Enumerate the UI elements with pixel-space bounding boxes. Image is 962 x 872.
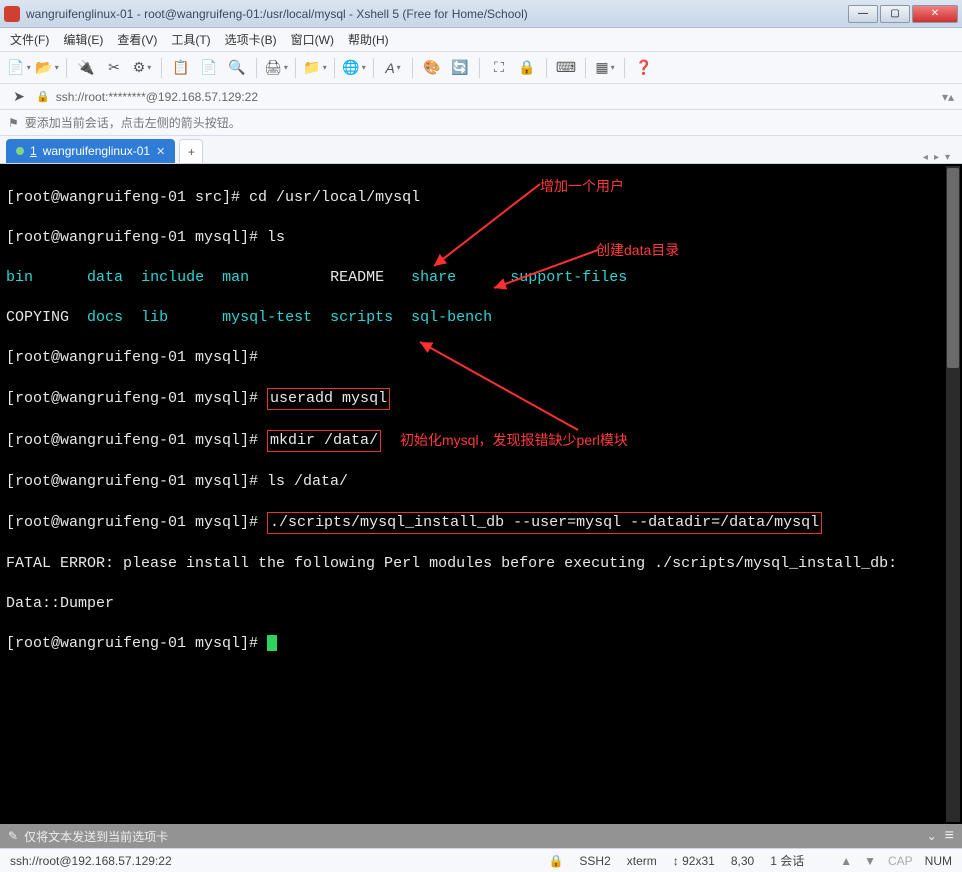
pencil-icon: ✎: [8, 829, 18, 843]
status-proto: SSH2: [579, 854, 610, 868]
transfer-button[interactable]: 📁: [304, 57, 326, 79]
status-num: NUM: [925, 854, 952, 868]
terminal[interactable]: [root@wangruifeng-01 src]# cd /usr/local…: [0, 164, 962, 824]
close-button[interactable]: ✕: [912, 5, 958, 23]
session-hint: ⚑ 要添加当前会话，点击左侧的箭头按钮。: [0, 110, 962, 136]
tabbar: 1 wangruifenglinux-01 ✕ + ◂ ▸ ▾: [0, 136, 962, 164]
size-icon: ↕: [673, 854, 679, 868]
status-term: xterm: [627, 854, 657, 868]
line-mkdir: [root@wangruifeng-01 mysql]# mkdir /data…: [6, 430, 956, 452]
status-cap: CAP: [888, 854, 913, 868]
print-button[interactable]: 🖨: [265, 57, 287, 79]
tab-nav: ◂ ▸ ▾: [923, 152, 956, 163]
line-install: [root@wangruifeng-01 mysql]# ./scripts/m…: [6, 512, 956, 534]
keyboard-button[interactable]: ⌨: [555, 57, 577, 79]
tab-label: wangruifenglinux-01: [43, 144, 150, 158]
minimize-button[interactable]: —: [848, 5, 878, 23]
line-cd: [root@wangruifeng-01 src]# cd /usr/local…: [6, 188, 956, 208]
lock-icon-status: 🔒: [548, 854, 563, 868]
line-ls: [root@wangruifeng-01 mysql]# ls: [6, 228, 956, 248]
find-button[interactable]: 🔍: [226, 57, 248, 79]
line-empty-prompt-1: [root@wangruifeng-01 mysql]#: [6, 348, 956, 368]
sync-down-icon[interactable]: ▼: [864, 854, 876, 868]
status-cursor: 8,30: [731, 854, 754, 868]
tab-list-icon[interactable]: ▾: [945, 152, 950, 163]
tab-close-icon[interactable]: ✕: [156, 145, 165, 158]
menu-help[interactable]: 帮助(H): [348, 31, 389, 48]
tab-next-icon[interactable]: ▸: [934, 152, 939, 163]
sync-up-icon[interactable]: ▲: [840, 854, 852, 868]
tab-prev-icon[interactable]: ◂: [923, 152, 928, 163]
lock-toolbar-button[interactable]: 🔒: [516, 57, 538, 79]
terminal-scrollbar[interactable]: [946, 166, 960, 822]
line-prompt-cursor: [root@wangruifeng-01 mysql]#: [6, 634, 956, 654]
layout-button[interactable]: ▦: [594, 57, 616, 79]
menu-tabs[interactable]: 选项卡(B): [225, 31, 277, 48]
line-ls-out2: COPYING docs lib mysql-test scripts sql-…: [6, 308, 956, 328]
tab-add-button[interactable]: +: [179, 139, 203, 163]
plus-icon: +: [188, 145, 195, 159]
menubar: 文件(F) 编辑(E) 查看(V) 工具(T) 选项卡(B) 窗口(W) 帮助(…: [0, 28, 962, 52]
window-title: wangruifenglinux-01 - root@wangruifeng-0…: [26, 7, 848, 21]
addressbar-arrow-icon[interactable]: ➤: [8, 86, 30, 108]
new-session-button[interactable]: 📄: [8, 57, 30, 79]
menu-view[interactable]: 查看(V): [117, 31, 157, 48]
status-conn: ssh://root@192.168.57.129:22: [10, 854, 172, 868]
window-controls: — ▢ ✕: [848, 5, 958, 23]
menu-tools[interactable]: 工具(T): [171, 31, 210, 48]
scrollbar-thumb[interactable]: [947, 168, 959, 368]
addressbar-toggle-icon[interactable]: ▾▴: [942, 90, 954, 104]
status-size: 92x31: [682, 854, 715, 868]
color-button[interactable]: 🎨: [421, 57, 443, 79]
status-sessions: 1 会话: [770, 852, 804, 869]
globe-button[interactable]: 🌐: [343, 57, 365, 79]
tab-index: 1: [30, 144, 37, 158]
menu-window[interactable]: 窗口(W): [291, 31, 334, 48]
reconnect-button[interactable]: 🔌: [75, 57, 97, 79]
app-icon: [4, 6, 20, 22]
font-button[interactable]: A: [382, 57, 404, 79]
sendbar: ✎ 仅将文本发送到当前选项卡 ⌄ ≡: [0, 824, 962, 848]
line-useradd: [root@wangruifeng-01 mysql]# useradd mys…: [6, 388, 956, 410]
addressbar: ➤ 🔒 ssh://root:********@192.168.57.129:2…: [0, 84, 962, 110]
line-error: FATAL ERROR: please install the followin…: [6, 554, 956, 574]
tab-session-1[interactable]: 1 wangruifenglinux-01 ✕: [6, 139, 175, 163]
sendbar-dropdown-icon[interactable]: ⌄: [927, 829, 937, 843]
open-button[interactable]: 📂: [36, 57, 58, 79]
refresh-button[interactable]: 🔄: [449, 57, 471, 79]
flag-icon: ⚑: [8, 116, 19, 130]
cursor: [267, 635, 277, 651]
lock-icon: 🔒: [36, 90, 50, 103]
sendbar-menu-icon[interactable]: ≡: [945, 827, 954, 845]
tab-status-icon: [16, 147, 24, 155]
help-button[interactable]: ❓: [633, 57, 655, 79]
properties-button[interactable]: ⚙: [131, 57, 153, 79]
copy-button[interactable]: 📋: [170, 57, 192, 79]
menu-edit[interactable]: 编辑(E): [63, 31, 103, 48]
maximize-button[interactable]: ▢: [880, 5, 910, 23]
line-lsdata: [root@wangruifeng-01 mysql]# ls /data/: [6, 472, 956, 492]
line-error-mod: Data::Dumper: [6, 594, 956, 614]
disconnect-button[interactable]: ✂: [103, 57, 125, 79]
paste-button[interactable]: 📄: [198, 57, 220, 79]
statusbar: ssh://root@192.168.57.129:22 🔒 SSH2 xter…: [0, 848, 962, 872]
fullscreen-button[interactable]: ⛶: [488, 57, 510, 79]
menu-file[interactable]: 文件(F): [10, 31, 49, 48]
line-ls-out1: bin data include man README share suppor…: [6, 268, 956, 288]
titlebar: wangruifenglinux-01 - root@wangruifeng-0…: [0, 0, 962, 28]
address-text[interactable]: ssh://root:********@192.168.57.129:22: [56, 90, 936, 104]
toolbar: 📄 📂 🔌 ✂ ⚙ 📋 📄 🔍 🖨 📁 🌐 A 🎨 🔄 ⛶ 🔒 ⌨ ▦ ❓: [0, 52, 962, 84]
hint-text: 要添加当前会话，点击左侧的箭头按钮。: [25, 114, 241, 131]
sendbar-text[interactable]: 仅将文本发送到当前选项卡: [24, 828, 921, 845]
